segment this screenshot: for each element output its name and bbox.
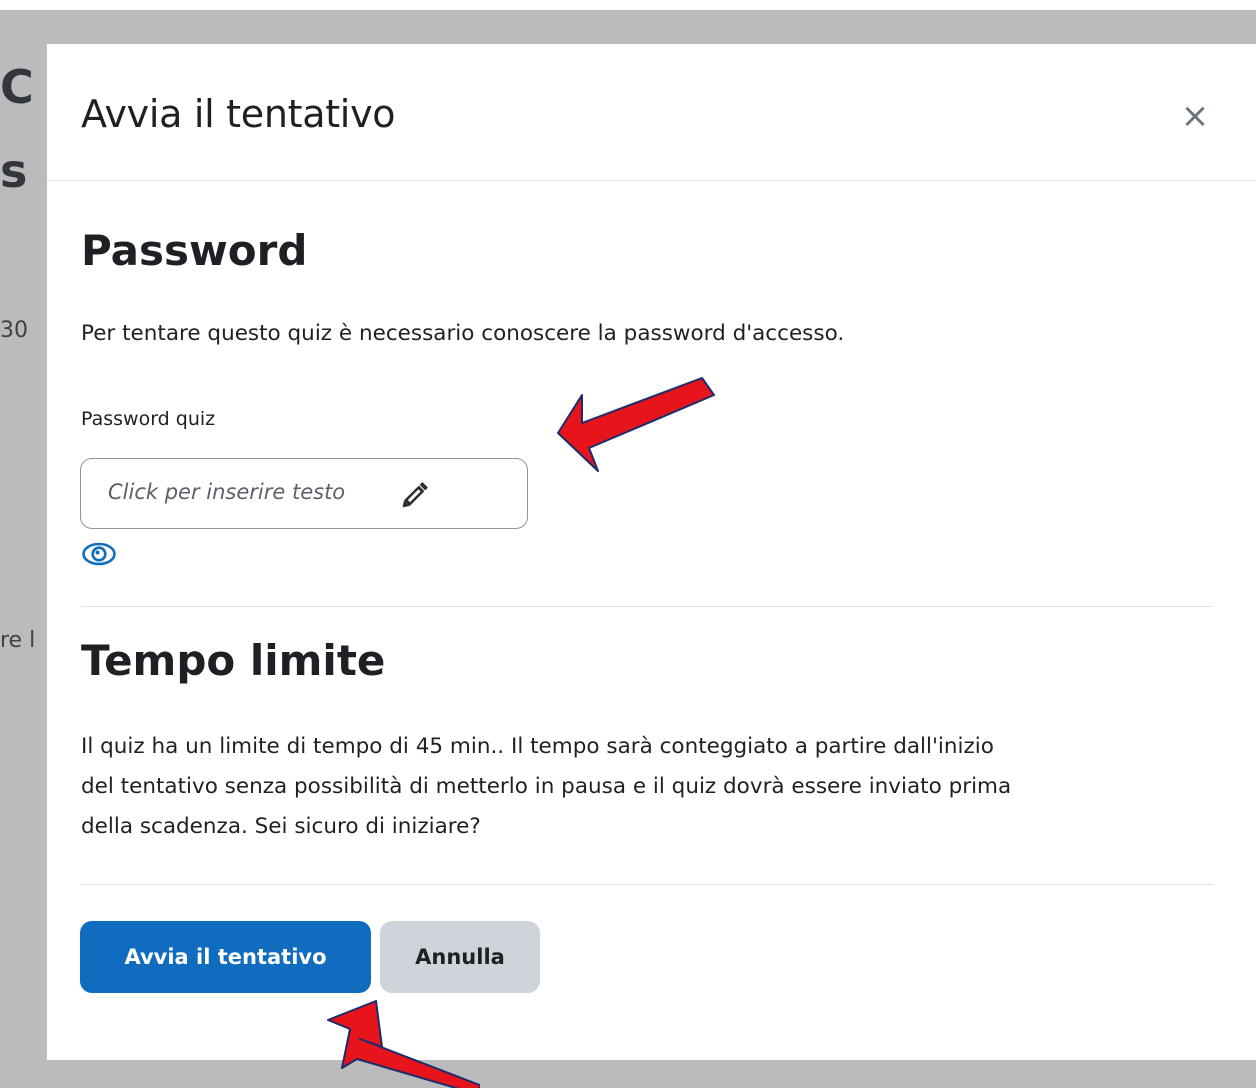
password-field-label: Password quiz [81, 408, 216, 430]
time-limit-heading: Tempo limite [81, 636, 386, 685]
background-text-fragment: re l [0, 628, 36, 653]
start-attempt-dialog: Avvia il tentativo × Password Per tentar… [47, 44, 1256, 1060]
background-heading-fragment: C [0, 60, 34, 114]
annotation-arrow-icon [557, 377, 715, 472]
footer-divider [81, 884, 1213, 885]
time-limit-line: Il quiz ha un limite di tempo di 45 min.… [81, 734, 994, 759]
password-heading: Password [81, 226, 308, 275]
dialog-header: Avvia il tentativo × [47, 44, 1256, 181]
section-divider [81, 606, 1213, 607]
annotation-arrow-icon [327, 1000, 480, 1088]
background-heading-fragment: s [0, 144, 28, 198]
background-text-fragment: 30 [0, 318, 28, 343]
password-input[interactable]: Click per inserire testo [80, 458, 528, 529]
eye-icon[interactable] [81, 541, 117, 567]
password-description: Per tentare questo quiz è necessario con… [81, 321, 845, 346]
time-limit-line: della scadenza. Sei sicuro di iniziare? [81, 814, 481, 839]
start-attempt-button[interactable]: Avvia il tentativo [80, 921, 371, 993]
time-limit-line: del tentativo senza possibilità di mette… [81, 774, 1012, 799]
cancel-button[interactable]: Annulla [380, 921, 540, 993]
close-button[interactable]: × [1175, 96, 1215, 136]
pencil-icon [402, 482, 428, 508]
password-placeholder: Click per inserire testo [108, 480, 346, 504]
dialog-title: Avvia il tentativo [81, 92, 396, 136]
